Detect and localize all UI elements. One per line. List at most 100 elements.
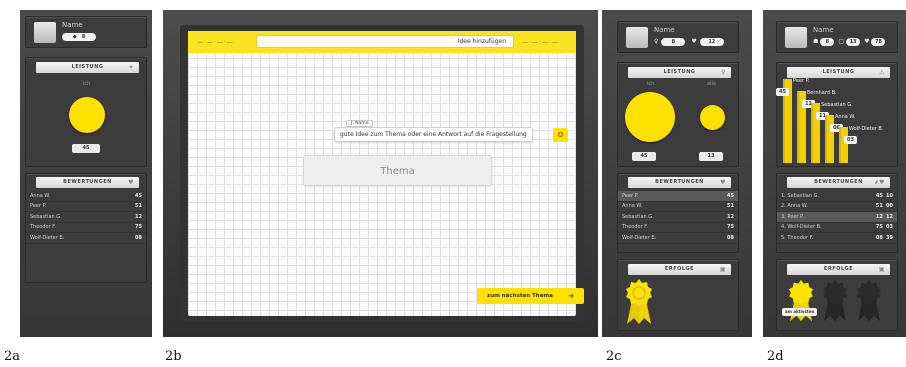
warning-icon[interactable]: ⚠: [879, 67, 885, 78]
leistung-bar-name: Sebastian G.: [821, 102, 853, 108]
leistung-header: LEISTUNG ⚠: [787, 67, 890, 78]
alle-label: alle: [707, 81, 716, 87]
add-idea-button[interactable]: Idee hinzufügen: [453, 37, 510, 46]
locked-medal-icon: [823, 279, 847, 322]
lightbulb-icon: ◆: [72, 34, 77, 40]
bewertungen-card: BEWERTUNGEN ♥ Anna W. 45 Peer P. 51 Sebasti…: [25, 173, 147, 283]
erfolge-header: ERFOLGE ▣: [787, 264, 890, 275]
leistung-bar-value: 45: [776, 88, 789, 96]
profile-stats: ◆ 8: [62, 33, 96, 41]
avatar[interactable]: [626, 27, 648, 48]
leistung-bar-name: Peer P.: [793, 78, 810, 84]
profile-card: Name ☗ 8 ▢ 13 ♥ 78: [776, 21, 898, 53]
profile-stats: ♀ 8 ♥ 12: [654, 38, 724, 46]
figure-label: 2d: [767, 349, 784, 364]
profile-stats: ☗ 8 ▢ 13 ♥ 78: [813, 38, 886, 46]
idea-count-badge: ◆ 8: [62, 33, 96, 41]
avatar[interactable]: [34, 22, 56, 43]
idea-author: J. Name: [346, 120, 374, 127]
erfolge-card: ERFOLGE ▣ am aktivsten: [776, 259, 898, 331]
next-topic-button[interactable]: zum nächsten Thema ➔: [477, 288, 584, 304]
list-item[interactable]: Sebastian G. 12: [26, 212, 146, 223]
ratings-list: 1. Sebastian G. 45 10 2. Anna W. 51 00 3. …: [777, 191, 897, 244]
list-item[interactable]: 1. Sebastian G. 45 10: [777, 191, 897, 202]
topic-box[interactable]: Thema: [303, 155, 492, 186]
medal-icon[interactable]: [787, 279, 815, 323]
ich-label: ich: [83, 81, 91, 87]
figure-label: 2a: [4, 349, 21, 364]
leistung-bar-name: Wolf-Dieter B.: [849, 126, 884, 132]
profile-name: Name: [62, 21, 83, 29]
alle-value: 13: [699, 152, 723, 161]
stat-badge: 8: [820, 38, 835, 46]
leistung-bar-name: Bernhard B.: [807, 90, 837, 96]
chat-icon: ▢: [838, 38, 845, 45]
idea-text: gute Idee zum Thema oder eine Antwort au…: [334, 127, 533, 142]
list-item[interactable]: Anna W. 51: [618, 202, 738, 212]
list-item[interactable]: Wolf-Dieter B. 08: [26, 233, 146, 244]
trash-icon[interactable]: ▣: [720, 264, 726, 275]
list-item[interactable]: Peer P. 51: [26, 202, 146, 212]
arrow-right-icon: ➔: [568, 292, 574, 300]
bewertungen-card: BEWERTUNGEN ⸙♥ 1. Sebastian G. 45 10 2. An…: [776, 173, 898, 253]
person-heart-icon: ♥: [864, 38, 870, 45]
erfolge-header: ERFOLGE ▣: [628, 264, 731, 275]
bewertungen-card: BEWERTUNGEN ♥ Peer P. 45 Anna W. 51 Sebasti…: [617, 173, 739, 253]
list-item[interactable]: 3. Peer P. 12 12: [777, 212, 897, 223]
leistung-header: LEISTUNG ✦: [36, 62, 139, 73]
idea-input[interactable]: Idee hinzufügen: [256, 35, 514, 48]
idea-count-badge: 8: [661, 38, 686, 46]
profile-name: Name: [654, 26, 675, 34]
heart-icon: ♥: [691, 38, 697, 45]
right-dots-icon: —·—·—·—: [522, 39, 559, 46]
bewertungen-header: BEWERTUNGEN ♥: [36, 177, 139, 188]
medal-icon[interactable]: [624, 278, 654, 326]
list-item[interactable]: Wolf-Dieter B. 08: [618, 233, 738, 244]
left-dots-icon: —·—·—·—: [197, 39, 234, 46]
lightbulb-icon[interactable]: ✪: [553, 128, 568, 142]
leistung-bar: [839, 127, 848, 163]
lightbulb-icon[interactable]: ♀: [721, 67, 726, 78]
ratings-list: Anna W. 45 Peer P. 51 Sebastian G. 12 Theod…: [26, 191, 146, 244]
profile-card: Name ◆ 8: [25, 16, 147, 48]
like-heart-icon[interactable]: ⸙♥: [874, 177, 885, 188]
heart-icon[interactable]: ♥: [128, 177, 134, 188]
list-item[interactable]: Anna W. 45: [26, 191, 146, 202]
list-item[interactable]: 5. Theodor F. 08 39: [777, 233, 897, 244]
alle-circle: [700, 105, 725, 130]
like-count-badge: 12: [699, 38, 724, 46]
bewertungen-header: BEWERTUNGEN ♥: [628, 177, 731, 188]
leistung-card: LEISTUNG ♀ ich alle 45 13: [617, 62, 739, 167]
list-item[interactable]: Peer P. 45: [618, 191, 738, 202]
ich-value: 45: [632, 152, 656, 161]
list-item[interactable]: Sebastian G. 12: [618, 212, 738, 223]
panel-2a: Name ◆ 8 LEISTUNG ✦ ich 45 BEWERTUNGEN ♥ An…: [20, 10, 152, 337]
stat-badge: 13: [846, 38, 861, 46]
panel-2d: Name ☗ 8 ▢ 13 ♥ 78 LEISTUNG ⚠ Peer P. 45 Be…: [763, 10, 906, 337]
figure-label: 2b: [165, 349, 182, 364]
erfolge-card: ERFOLGE ▣: [617, 259, 739, 331]
ich-circle: [69, 97, 105, 133]
list-item[interactable]: Theodor F. 75: [618, 223, 738, 233]
ich-label: ich: [647, 81, 655, 87]
figure-label: 2c: [606, 349, 622, 364]
leistung-card: LEISTUNG ✦ ich 45: [25, 57, 147, 167]
avatar[interactable]: [785, 27, 807, 48]
list-item[interactable]: 2. Anna W. 51 00: [777, 202, 897, 212]
leistung-card: LEISTUNG ⚠ Peer P. 45 Bernhard B. 12 Sebastia…: [776, 62, 898, 167]
lightbulb-icon: ♀: [654, 38, 659, 45]
top-toolbar: —·—·—·— Idee hinzufügen —·—·—·—: [188, 31, 576, 53]
trash-icon[interactable]: ▣: [879, 264, 885, 275]
badge-label: am aktivsten: [782, 308, 818, 316]
list-item[interactable]: 4. Wolf-Dieter B. 75 03: [777, 223, 897, 233]
leistung-header: LEISTUNG ♀: [628, 67, 731, 78]
leistung-bar-name: Anna W.: [835, 114, 856, 120]
profile-name: Name: [813, 26, 834, 34]
grid-paper[interactable]: —·—·—·— Idee hinzufügen —·—·—·— J. Name …: [188, 31, 584, 316]
ich-value: 45: [72, 144, 100, 153]
idea-note[interactable]: J. Name gute Idee zum Thema oder eine An…: [334, 120, 568, 142]
panel-2c: Name ♀ 8 ♥ 12 LEISTUNG ♀ ich alle 45 13 B…: [602, 10, 752, 337]
list-item[interactable]: Theodor F. 75: [26, 223, 146, 233]
gear-icon[interactable]: ✦: [128, 62, 134, 73]
heart-icon[interactable]: ♥: [720, 177, 726, 188]
